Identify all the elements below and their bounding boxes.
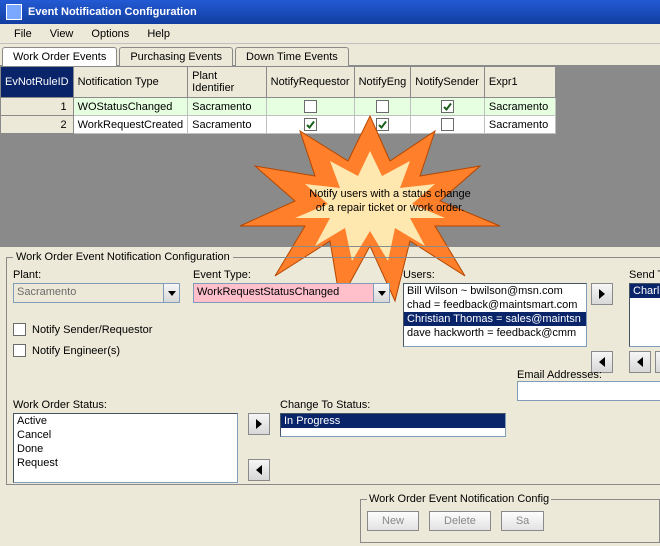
- work-order-status-label: Work Order Status:: [13, 399, 238, 411]
- checkbox-cell[interactable]: [411, 98, 485, 116]
- status-remove-button[interactable]: [248, 459, 270, 481]
- col-notification-type[interactable]: Notification Type: [73, 67, 188, 98]
- list-item[interactable]: Done: [14, 442, 237, 456]
- grid-header-row: EvNotRuleID Notification Type Plant Iden…: [1, 67, 556, 98]
- form-area: Work Order Event Notification Configurat…: [0, 246, 660, 546]
- cell[interactable]: 1: [1, 98, 74, 116]
- app-icon: [6, 4, 22, 20]
- users-label: Users:: [403, 269, 619, 281]
- tab-down-time-events[interactable]: Down Time Events: [235, 47, 349, 66]
- checkbox-cell[interactable]: [354, 116, 411, 134]
- callout-text: Notify users with a status change of a r…: [300, 186, 480, 214]
- table-row[interactable]: 1WOStatusChangedSacramentoSacramento: [1, 98, 556, 116]
- email-addresses-input[interactable]: [517, 381, 660, 401]
- list-item[interactable]: dave hackworth = feedback@cmm: [404, 326, 586, 340]
- checkbox-cell[interactable]: [354, 98, 411, 116]
- list-item[interactable]: Active: [14, 414, 237, 428]
- list-item[interactable]: Christian Thomas = sales@maintsn: [404, 312, 586, 326]
- bottom-fieldset: Work Order Event Notification Config New…: [360, 493, 660, 543]
- event-type-value: WorkRequestStatusChanged: [193, 283, 373, 303]
- checkbox-icon[interactable]: [441, 118, 454, 131]
- menu-view[interactable]: View: [42, 26, 82, 42]
- cell[interactable]: Sacramento: [484, 116, 555, 134]
- list-item[interactable]: Charlie Hus: [630, 284, 660, 298]
- send-to-label: Send To U: [629, 269, 660, 281]
- cell[interactable]: WOStatusChanged: [73, 98, 188, 116]
- event-type-label: Event Type:: [193, 269, 393, 281]
- list-item[interactable]: Cancel: [14, 428, 237, 442]
- menu-help[interactable]: Help: [139, 26, 178, 42]
- bottom-legend: Work Order Event Notification Config: [367, 493, 551, 505]
- plant-label: Plant:: [13, 269, 183, 281]
- checkbox-icon[interactable]: [376, 118, 389, 131]
- col-evnotruleid[interactable]: EvNotRuleID: [1, 67, 74, 98]
- new-button[interactable]: New: [367, 511, 419, 531]
- col-notify-eng[interactable]: NotifyEng: [354, 67, 411, 98]
- menu-file[interactable]: File: [6, 26, 40, 42]
- checkbox-cell[interactable]: [266, 98, 354, 116]
- cell[interactable]: WorkRequestCreated: [73, 116, 188, 134]
- email-addresses-label: Email Addresses:: [517, 369, 602, 381]
- list-item[interactable]: chad = feedback@maintsmart.com: [404, 298, 586, 312]
- change-to-status-list[interactable]: In Progress: [280, 413, 506, 437]
- rules-grid[interactable]: EvNotRuleID Notification Type Plant Iden…: [0, 66, 556, 134]
- list-item[interactable]: Request: [14, 456, 237, 470]
- checkbox-icon[interactable]: [376, 100, 389, 113]
- dropdown-arrow-icon[interactable]: [163, 283, 180, 303]
- plant-value: Sacramento: [13, 283, 163, 303]
- work-order-status-list[interactable]: ActiveCancelDoneRequest: [13, 413, 238, 483]
- title-bar: Event Notification Configuration: [0, 0, 660, 24]
- list-item[interactable]: Bill Wilson ~ bwilson@msn.com: [404, 284, 586, 298]
- cell[interactable]: Sacramento: [484, 98, 555, 116]
- main-tabs: Work Order Events Purchasing Events Down…: [0, 44, 660, 66]
- users-list[interactable]: Bill Wilson ~ bwilson@msn.comchad = feed…: [403, 283, 587, 347]
- send-to-list[interactable]: Charlie Hus: [629, 283, 660, 347]
- window-title: Event Notification Configuration: [28, 6, 197, 18]
- tab-purchasing-events[interactable]: Purchasing Events: [119, 47, 233, 66]
- cell[interactable]: 2: [1, 116, 74, 134]
- delete-button[interactable]: Delete: [429, 511, 491, 531]
- checkbox-icon[interactable]: [304, 118, 317, 131]
- cell[interactable]: Sacramento: [188, 116, 266, 134]
- tab-work-order-events[interactable]: Work Order Events: [2, 47, 117, 66]
- checkbox-cell[interactable]: [411, 116, 485, 134]
- menu-bar: File View Options Help: [0, 24, 660, 44]
- plant-dropdown[interactable]: Sacramento: [13, 283, 183, 303]
- col-expr1[interactable]: Expr1: [484, 67, 555, 98]
- dropdown-arrow-icon[interactable]: [373, 283, 390, 303]
- menu-options[interactable]: Options: [83, 26, 137, 42]
- event-type-dropdown[interactable]: WorkRequestStatusChanged: [193, 283, 393, 303]
- notify-engineer-label: Notify Engineer(s): [32, 345, 120, 357]
- checkbox-icon[interactable]: [441, 100, 454, 113]
- notify-engineer-checkbox[interactable]: [13, 344, 26, 357]
- config-legend: Work Order Event Notification Configurat…: [13, 251, 233, 263]
- cell[interactable]: Sacramento: [188, 98, 266, 116]
- change-to-status-label: Change To Status:: [280, 399, 506, 411]
- grid-area: EvNotRuleID Notification Type Plant Iden…: [0, 66, 660, 246]
- col-notify-requestor[interactable]: NotifyRequestor: [266, 67, 354, 98]
- status-add-button[interactable]: [248, 413, 270, 435]
- notify-sender-checkbox[interactable]: [13, 323, 26, 336]
- save-button[interactable]: Sa: [501, 511, 544, 531]
- checkbox-cell[interactable]: [266, 116, 354, 134]
- notify-sender-label: Notify Sender/Requestor: [32, 324, 152, 336]
- list-item[interactable]: In Progress: [281, 414, 505, 428]
- checkbox-icon[interactable]: [304, 100, 317, 113]
- col-notify-sender[interactable]: NotifySender: [411, 67, 485, 98]
- col-plant-identifier[interactable]: Plant Identifier: [188, 67, 266, 98]
- config-fieldset: Work Order Event Notification Configurat…: [6, 251, 660, 485]
- add-user-button[interactable]: [591, 283, 613, 305]
- table-row[interactable]: 2WorkRequestCreatedSacramentoSacramento: [1, 116, 556, 134]
